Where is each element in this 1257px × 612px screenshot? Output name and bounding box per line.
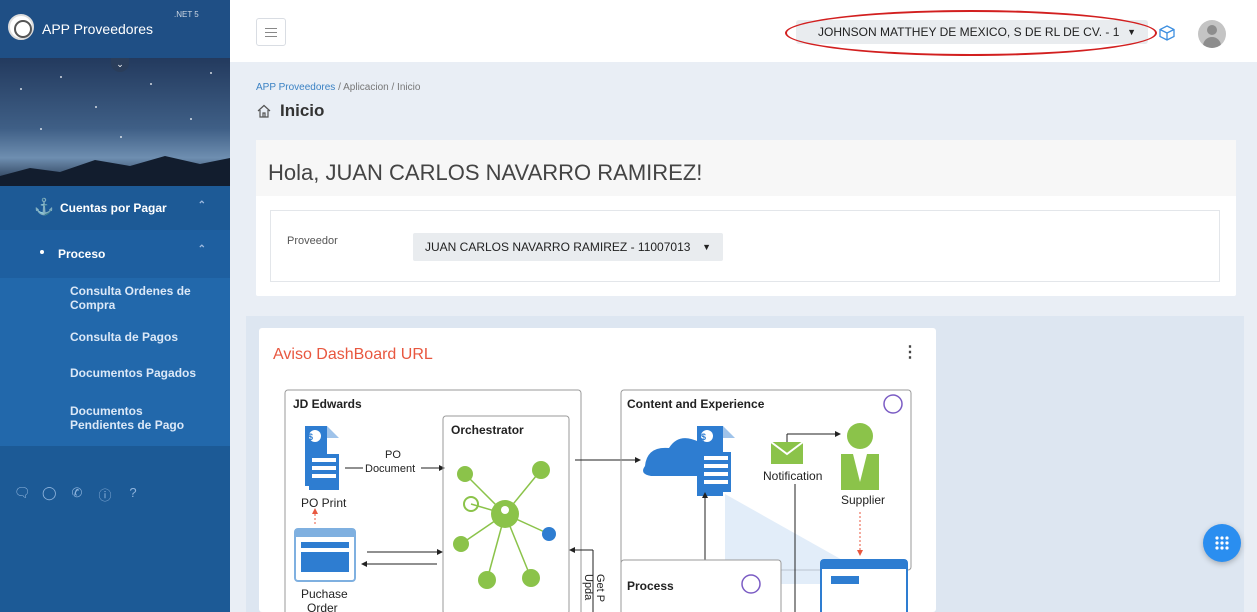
aviso-title: Aviso DashBoard URL — [273, 346, 433, 363]
greeting: Hola, JUAN CARLOS NAVARRO RAMIREZ! — [256, 140, 1236, 196]
provider-label: Proveedor — [287, 235, 338, 247]
breadcrumb: APP Proveedores / Aplicacion / Inicio — [256, 82, 421, 93]
sidebar-item-label: Proceso — [58, 247, 106, 261]
sidebar-item-consulta-ordenes[interactable]: Consulta Ordenes de Compra — [0, 282, 230, 330]
supplier-label: Supplier — [841, 493, 885, 507]
sidebar-item-documentos-pendientes[interactable]: Documentos Pendientes de Pago — [0, 404, 230, 438]
page-title-text: Inicio — [280, 101, 325, 120]
grid-icon — [1215, 536, 1229, 550]
svg-text:Order: Order — [307, 601, 338, 612]
jde-label: JD Edwards — [293, 397, 362, 411]
orchestrator-label: Orchestrator — [451, 423, 524, 437]
po-print-label: PO Print — [301, 496, 347, 510]
sidebar-item-consulta-pagos[interactable]: Consulta de Pagos — [0, 330, 230, 366]
svg-text:Document: Document — [365, 463, 415, 475]
avatar[interactable] — [1198, 20, 1226, 48]
anchor-icon: ⚓ — [34, 199, 54, 216]
chat-icon[interactable]: 🗨 — [14, 485, 31, 504]
chevron-up-icon: ⌃ — [197, 200, 206, 211]
sidebar-item-documentos-pagados[interactable]: Documentos Pagados — [0, 366, 230, 404]
aviso-card: Aviso DashBoard URL ⋮ JD Edwards $ PO Pr… — [259, 328, 936, 612]
provider-select[interactable]: JUAN CARLOS NAVARRO RAMIREZ - 11007013 ▼ — [413, 233, 723, 261]
sidebar-footer: 🗨 ◯ ✆ ⓘ ? — [14, 485, 140, 504]
phone-icon[interactable]: ✆ — [70, 485, 84, 504]
app-logo-icon — [8, 14, 34, 40]
help-icon[interactable]: ? — [126, 485, 140, 504]
svg-text:Upda: Upda — [582, 574, 594, 601]
svg-text:$: $ — [701, 432, 706, 442]
breadcrumb-root[interactable]: APP Proveedores — [256, 82, 335, 93]
cube-icon[interactable] — [1158, 24, 1176, 42]
architecture-diagram: JD Edwards $ PO Print PO Document Puchas… — [284, 389, 912, 612]
chevron-down-icon[interactable]: ⌄ — [111, 58, 129, 72]
content-experience-label: Content and Experience — [627, 397, 765, 411]
sidebar-item-label: Cuentas por Pagar — [60, 201, 167, 215]
globe-icon[interactable]: ◯ — [42, 485, 57, 504]
menu-toggle-button[interactable] — [256, 18, 286, 46]
app-version: .NET 5 — [174, 10, 199, 19]
process-label: Process — [627, 579, 674, 593]
brand[interactable]: APP Proveedores .NET 5 — [0, 0, 230, 58]
svg-text:Puchase: Puchase — [301, 587, 348, 601]
provider-box: Proveedor JUAN CARLOS NAVARRO RAMIREZ - … — [270, 210, 1220, 282]
breadcrumb-current: Inicio — [397, 82, 421, 93]
chevron-up-icon: ⌃ — [197, 244, 206, 255]
svg-text:PO: PO — [385, 449, 401, 461]
notification-label: Notification — [763, 469, 822, 483]
page-title: Inicio — [256, 101, 324, 121]
sidebar-item-cuentas-por-pagar[interactable]: ⚓ Cuentas por Pagar ⌃ — [0, 186, 230, 230]
breadcrumb-section[interactable]: Aplicacion — [343, 82, 389, 93]
sidebar-hero-image: ⌄ — [0, 58, 230, 186]
sidebar: APP Proveedores .NET 5 ⌄ ⚓ Cuentas por P… — [0, 0, 230, 612]
caret-down-icon: ▼ — [702, 242, 711, 252]
sidebar-submenu: Consulta Ordenes de Compra Consulta de P… — [0, 278, 230, 446]
svg-text:Get P: Get P — [594, 574, 606, 602]
kebab-menu-icon[interactable]: ⋮ — [902, 342, 918, 362]
svg-text:$: $ — [308, 432, 313, 442]
app-title: APP Proveedores — [42, 21, 154, 37]
welcome-card: Hola, JUAN CARLOS NAVARRO RAMIREZ! Prove… — [256, 140, 1236, 296]
info-icon[interactable]: ⓘ — [98, 485, 112, 504]
bullet-icon — [40, 250, 44, 254]
home-icon — [257, 104, 271, 118]
sidebar-item-proceso[interactable]: Proceso ⌃ — [0, 230, 230, 278]
top-header: JOHNSON MATTHEY DE MEXICO, S DE RL DE CV… — [230, 0, 1257, 62]
mountain-silhouette — [0, 156, 230, 186]
provider-select-value: JUAN CARLOS NAVARRO RAMIREZ - 11007013 — [425, 240, 691, 254]
apps-fab-button[interactable] — [1203, 524, 1241, 562]
highlight-ellipse — [785, 10, 1157, 56]
